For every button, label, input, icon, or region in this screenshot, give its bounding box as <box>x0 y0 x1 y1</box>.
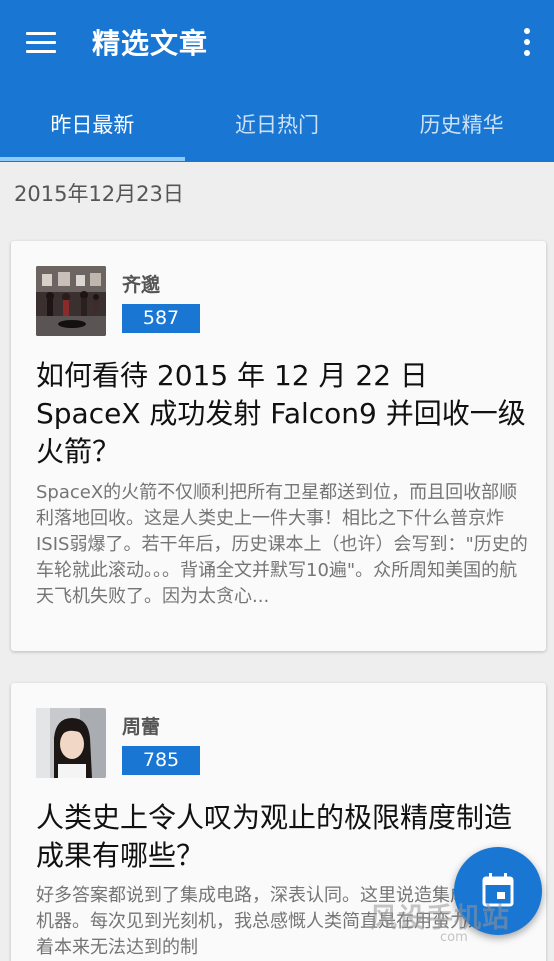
author-name[interactable]: 齐邈 <box>122 270 160 297</box>
avatar <box>36 708 106 778</box>
vote-count-badge: 587 <box>122 304 200 333</box>
app-screen: 精选文章 昨日最新 近日热门 历史精华 2015年12月23日 齐邈 587 如… <box>0 0 554 961</box>
watermark-sub: com <box>440 930 468 945</box>
author-name[interactable]: 周蕾 <box>122 712 160 739</box>
hamburger-menu-icon[interactable] <box>26 32 56 54</box>
app-bar: 精选文章 昨日最新 近日热门 历史精华 <box>0 0 554 162</box>
article-excerpt: SpaceX的火箭不仅顺利把所有卫星都送到位，而且回收部顺利落地回收。这是人类史… <box>36 482 528 607</box>
tab-bar: 昨日最新 近日热门 历史精华 <box>0 96 554 162</box>
tab-recent-hot[interactable]: 近日热门 <box>185 96 370 162</box>
page-title: 精选文章 <box>92 27 209 60</box>
vote-count-badge: 785 <box>122 746 200 775</box>
avatar <box>36 266 106 336</box>
tab-history-best[interactable]: 历史精华 <box>369 96 554 162</box>
tab-indicator <box>0 157 185 161</box>
tab-latest[interactable]: 昨日最新 <box>0 96 185 162</box>
date-header: 2015年12月23日 <box>14 182 184 206</box>
article-title[interactable]: 如何看待 2015 年 12 月 22 日 SpaceX 成功发射 Falcon… <box>36 357 536 471</box>
more-vertical-icon[interactable] <box>524 28 530 58</box>
article-card[interactable]: 齐邈 587 如何看待 2015 年 12 月 22 日 SpaceX 成功发射… <box>11 241 546 651</box>
